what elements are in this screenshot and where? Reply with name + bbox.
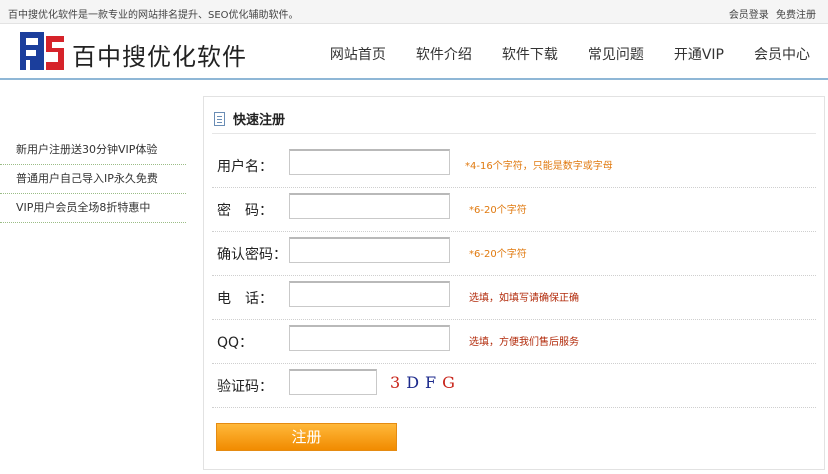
captcha-image[interactable]: 3DFG [390, 373, 461, 392]
username-input[interactable] [289, 149, 450, 175]
phone-label: 电 话： [217, 291, 273, 307]
phone-hint: 选填，如填写请确保正确 [469, 293, 579, 304]
register-panel: 快速注册 用户名： *4-16个字符，只能是数字或字母 密 码： *6-20个字… [203, 96, 825, 470]
panel-title: 快速注册 [214, 109, 285, 128]
site-tagline: 百中搜优化软件是一款专业的网站排名提升、SEO优化辅助软件。 [8, 10, 299, 21]
captcha-char: D [406, 373, 422, 392]
nav-vip[interactable]: 开通VIP [674, 44, 724, 64]
register-link[interactable]: 免费注册 [776, 10, 816, 21]
password-row: 密 码： *6-20个字符 [212, 188, 816, 232]
nav-home[interactable]: 网站首页 [330, 44, 386, 64]
top-links: 会员登录 免费注册 [725, 6, 816, 21]
qq-input[interactable] [289, 325, 450, 351]
captcha-char: F [425, 373, 439, 392]
confirm-password-hint: *6-20个字符 [469, 249, 527, 260]
confirm-password-input[interactable] [289, 237, 450, 263]
sidebar-item-vip-trial[interactable]: 新用户注册送30分钟VIP体验 [0, 136, 186, 165]
sidebar-item-vip-discount[interactable]: VIP用户会员全场8折特惠中 [0, 194, 186, 223]
qq-label: QQ： [217, 335, 254, 351]
nav-member-center[interactable]: 会员中心 [754, 44, 810, 64]
title-divider [212, 133, 816, 134]
register-button[interactable]: 注册 [216, 423, 397, 451]
main-nav: 网站首页 软件介绍 软件下载 常见问题 开通VIP 会员中心 [300, 44, 810, 64]
top-bar: 百中搜优化软件是一款专业的网站排名提升、SEO优化辅助软件。 会员登录 免费注册 [0, 0, 828, 24]
phone-row: 电 话： 选填，如填写请确保正确 [212, 276, 816, 320]
captcha-row: 验证码： 3DFG [212, 364, 816, 408]
phone-input[interactable] [289, 281, 450, 307]
qq-hint: 选填，方便我们售后服务 [469, 337, 579, 348]
captcha-char: G [442, 373, 457, 392]
nav-faq[interactable]: 常见问题 [588, 44, 644, 64]
logo-icon[interactable] [20, 32, 64, 70]
username-label: 用户名： [217, 159, 273, 175]
sidebar: 新用户注册送30分钟VIP体验 普通用户自己导入IP永久免费 VIP用户会员全场… [0, 136, 186, 223]
password-label: 密 码： [217, 203, 273, 219]
captcha-char: 3 [390, 373, 403, 392]
username-row: 用户名： *4-16个字符，只能是数字或字母 [212, 144, 816, 188]
username-hint: *4-16个字符，只能是数字或字母 [465, 161, 613, 172]
confirm-password-row: 确认密码： *6-20个字符 [212, 232, 816, 276]
qq-row: QQ： 选填，方便我们售后服务 [212, 320, 816, 364]
nav-software-download[interactable]: 软件下载 [502, 44, 558, 64]
password-hint: *6-20个字符 [469, 205, 527, 216]
password-input[interactable] [289, 193, 450, 219]
login-link[interactable]: 会员登录 [729, 10, 769, 21]
sidebar-item-import-ip[interactable]: 普通用户自己导入IP永久免费 [0, 165, 186, 194]
confirm-password-label: 确认密码： [217, 247, 287, 263]
nav-software-intro[interactable]: 软件介绍 [416, 44, 472, 64]
captcha-label: 验证码： [217, 379, 273, 395]
site-header: 百中搜优化软件 网站首页 软件介绍 软件下载 常见问题 开通VIP 会员中心 [0, 24, 828, 80]
captcha-input[interactable] [289, 369, 377, 395]
document-icon [214, 112, 225, 126]
brand-name: 百中搜优化软件 [72, 43, 247, 71]
